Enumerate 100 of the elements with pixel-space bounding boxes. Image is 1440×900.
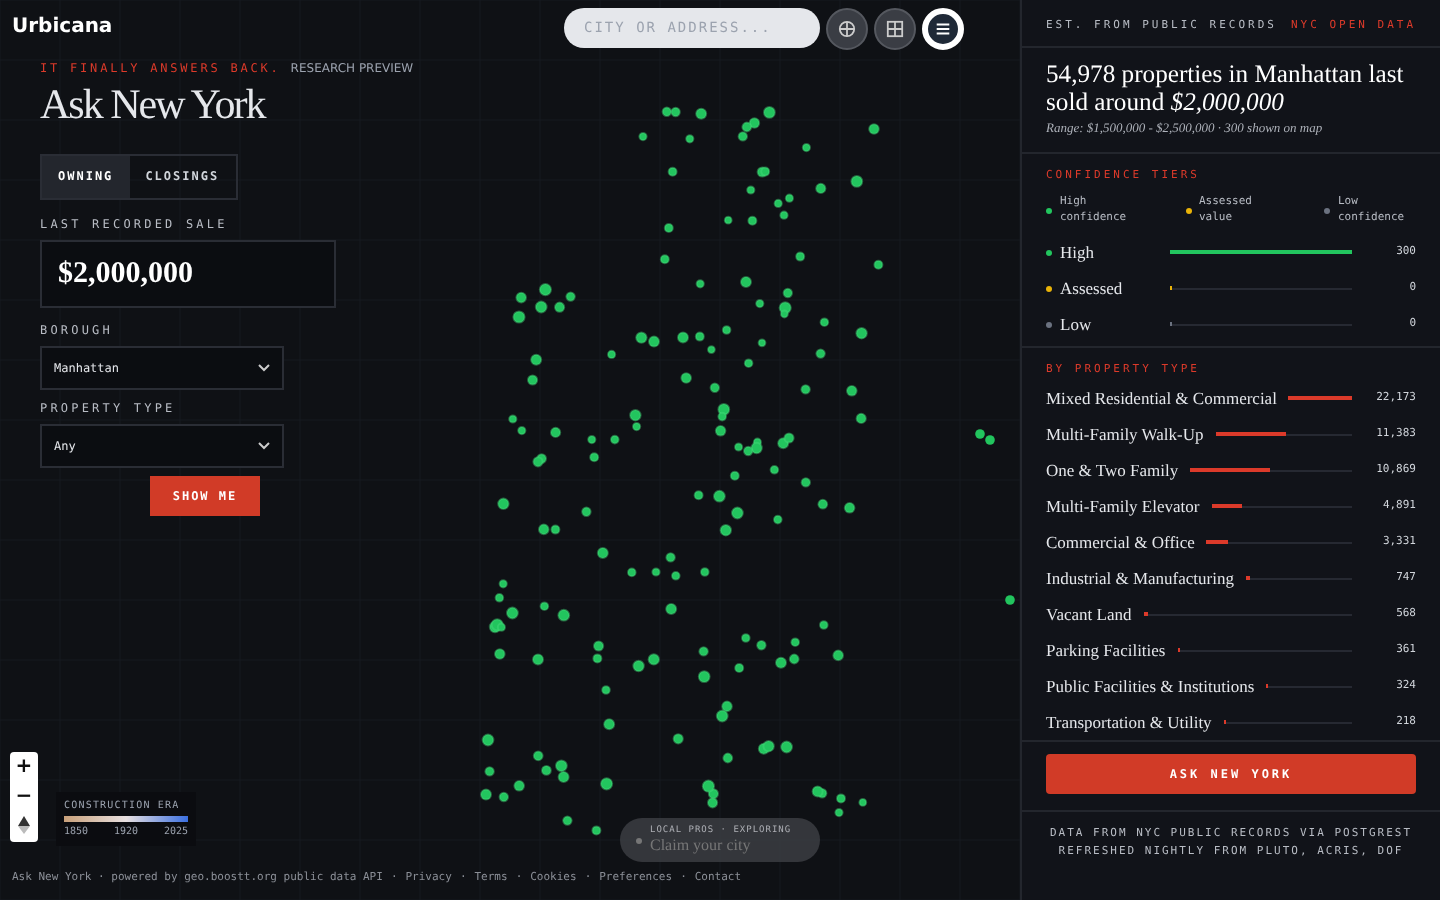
map-point <box>494 648 506 660</box>
map-point <box>843 502 856 514</box>
map-point <box>743 358 754 368</box>
type-label: Parking Facilities <box>1046 640 1166 660</box>
map-point <box>484 766 495 777</box>
map-point <box>773 514 783 525</box>
map-point <box>677 331 689 344</box>
type-label: Transportation & Utility <box>1046 712 1212 732</box>
brand-name: Urbicana <box>12 16 113 38</box>
type-label: Industrial & Manufacturing <box>1046 568 1234 588</box>
map-point <box>815 348 826 359</box>
map-point <box>695 107 708 120</box>
map-point <box>480 788 492 801</box>
map-point <box>747 215 758 226</box>
map-point <box>610 434 620 445</box>
map-point <box>755 299 765 309</box>
map-point <box>780 740 793 754</box>
map-point <box>494 593 505 603</box>
type-label: Multi-Family Elevator <box>1046 496 1200 516</box>
type-label: Mixed Residential & Commercial <box>1046 388 1277 408</box>
map-point <box>756 640 767 651</box>
map-point <box>591 825 602 836</box>
map-point <box>700 567 710 577</box>
zoom-out-button[interactable]: − <box>10 782 38 812</box>
map-point <box>581 506 592 517</box>
map-point <box>497 497 510 510</box>
map-point <box>850 175 864 188</box>
map-point <box>627 567 637 578</box>
map-point <box>709 382 720 393</box>
map-point <box>722 752 734 764</box>
map-point <box>685 134 695 144</box>
zoom-in-button[interactable]: + <box>10 752 38 782</box>
chevron-icon <box>258 364 270 372</box>
color-ramp <box>64 816 188 822</box>
map-point <box>665 603 678 615</box>
tier-label: High <box>1060 242 1094 262</box>
map-point <box>846 385 858 397</box>
map-point <box>729 470 740 481</box>
map-point <box>698 646 709 657</box>
type-label: Multi-Family Walk-Up <box>1046 424 1204 444</box>
map-point <box>721 325 732 335</box>
map-point <box>498 579 508 589</box>
map-point <box>731 506 744 520</box>
grid-button[interactable] <box>874 8 916 50</box>
page-title: Ask New York <box>40 80 268 130</box>
map-point <box>667 166 678 177</box>
map-point <box>740 276 752 288</box>
tier-label: Assessed <box>1060 278 1123 298</box>
map-point <box>665 552 676 563</box>
map-point <box>800 384 811 395</box>
map-point <box>607 349 617 359</box>
map-point <box>601 685 611 695</box>
map-point <box>562 815 573 826</box>
map-point <box>541 765 552 776</box>
map-point <box>723 215 733 225</box>
map-point <box>530 353 543 366</box>
price-field[interactable]: $2,000,000 <box>40 240 336 308</box>
map-point <box>819 317 830 327</box>
map-point <box>532 750 544 762</box>
type-label: Public Facilities & Institutions <box>1046 676 1255 696</box>
map-point <box>513 780 525 792</box>
map-point <box>746 185 756 195</box>
map-point <box>795 251 806 262</box>
map-point <box>550 426 562 438</box>
map-point <box>697 670 711 683</box>
globe-icon <box>838 20 856 38</box>
map-point <box>527 374 539 386</box>
map-point <box>693 490 704 501</box>
map-point <box>769 465 780 475</box>
map-point <box>659 254 670 265</box>
map-point <box>603 718 616 731</box>
menu-icon <box>934 20 952 38</box>
map-point <box>815 182 827 194</box>
menu-button[interactable] <box>922 8 964 50</box>
map-point <box>515 291 527 304</box>
type-label: One & Two Family <box>1046 460 1179 480</box>
map-point <box>512 310 526 324</box>
map-point <box>873 259 884 270</box>
map-point <box>714 425 727 437</box>
dot-icon <box>636 837 642 843</box>
map-point <box>800 477 811 488</box>
map-point <box>539 601 550 611</box>
map-point <box>741 633 751 643</box>
map-point <box>651 567 661 577</box>
map-point <box>1005 595 1015 605</box>
result-headline: 54,978 properties in Manhattan last sold around $2,000,000 <box>1046 60 1406 116</box>
type-label: Commercial & Office <box>1046 532 1195 552</box>
globe-button[interactable] <box>826 8 868 50</box>
map-point <box>757 338 767 348</box>
map-point <box>557 608 571 622</box>
map-point <box>819 620 829 630</box>
map-point <box>498 791 509 803</box>
map-point <box>832 649 844 662</box>
chevron-icon <box>258 442 270 450</box>
map-point <box>694 331 705 342</box>
map-point <box>534 300 548 314</box>
map-point <box>855 412 867 424</box>
map-point <box>790 637 800 647</box>
map-point <box>695 279 705 289</box>
map-point <box>596 547 609 559</box>
